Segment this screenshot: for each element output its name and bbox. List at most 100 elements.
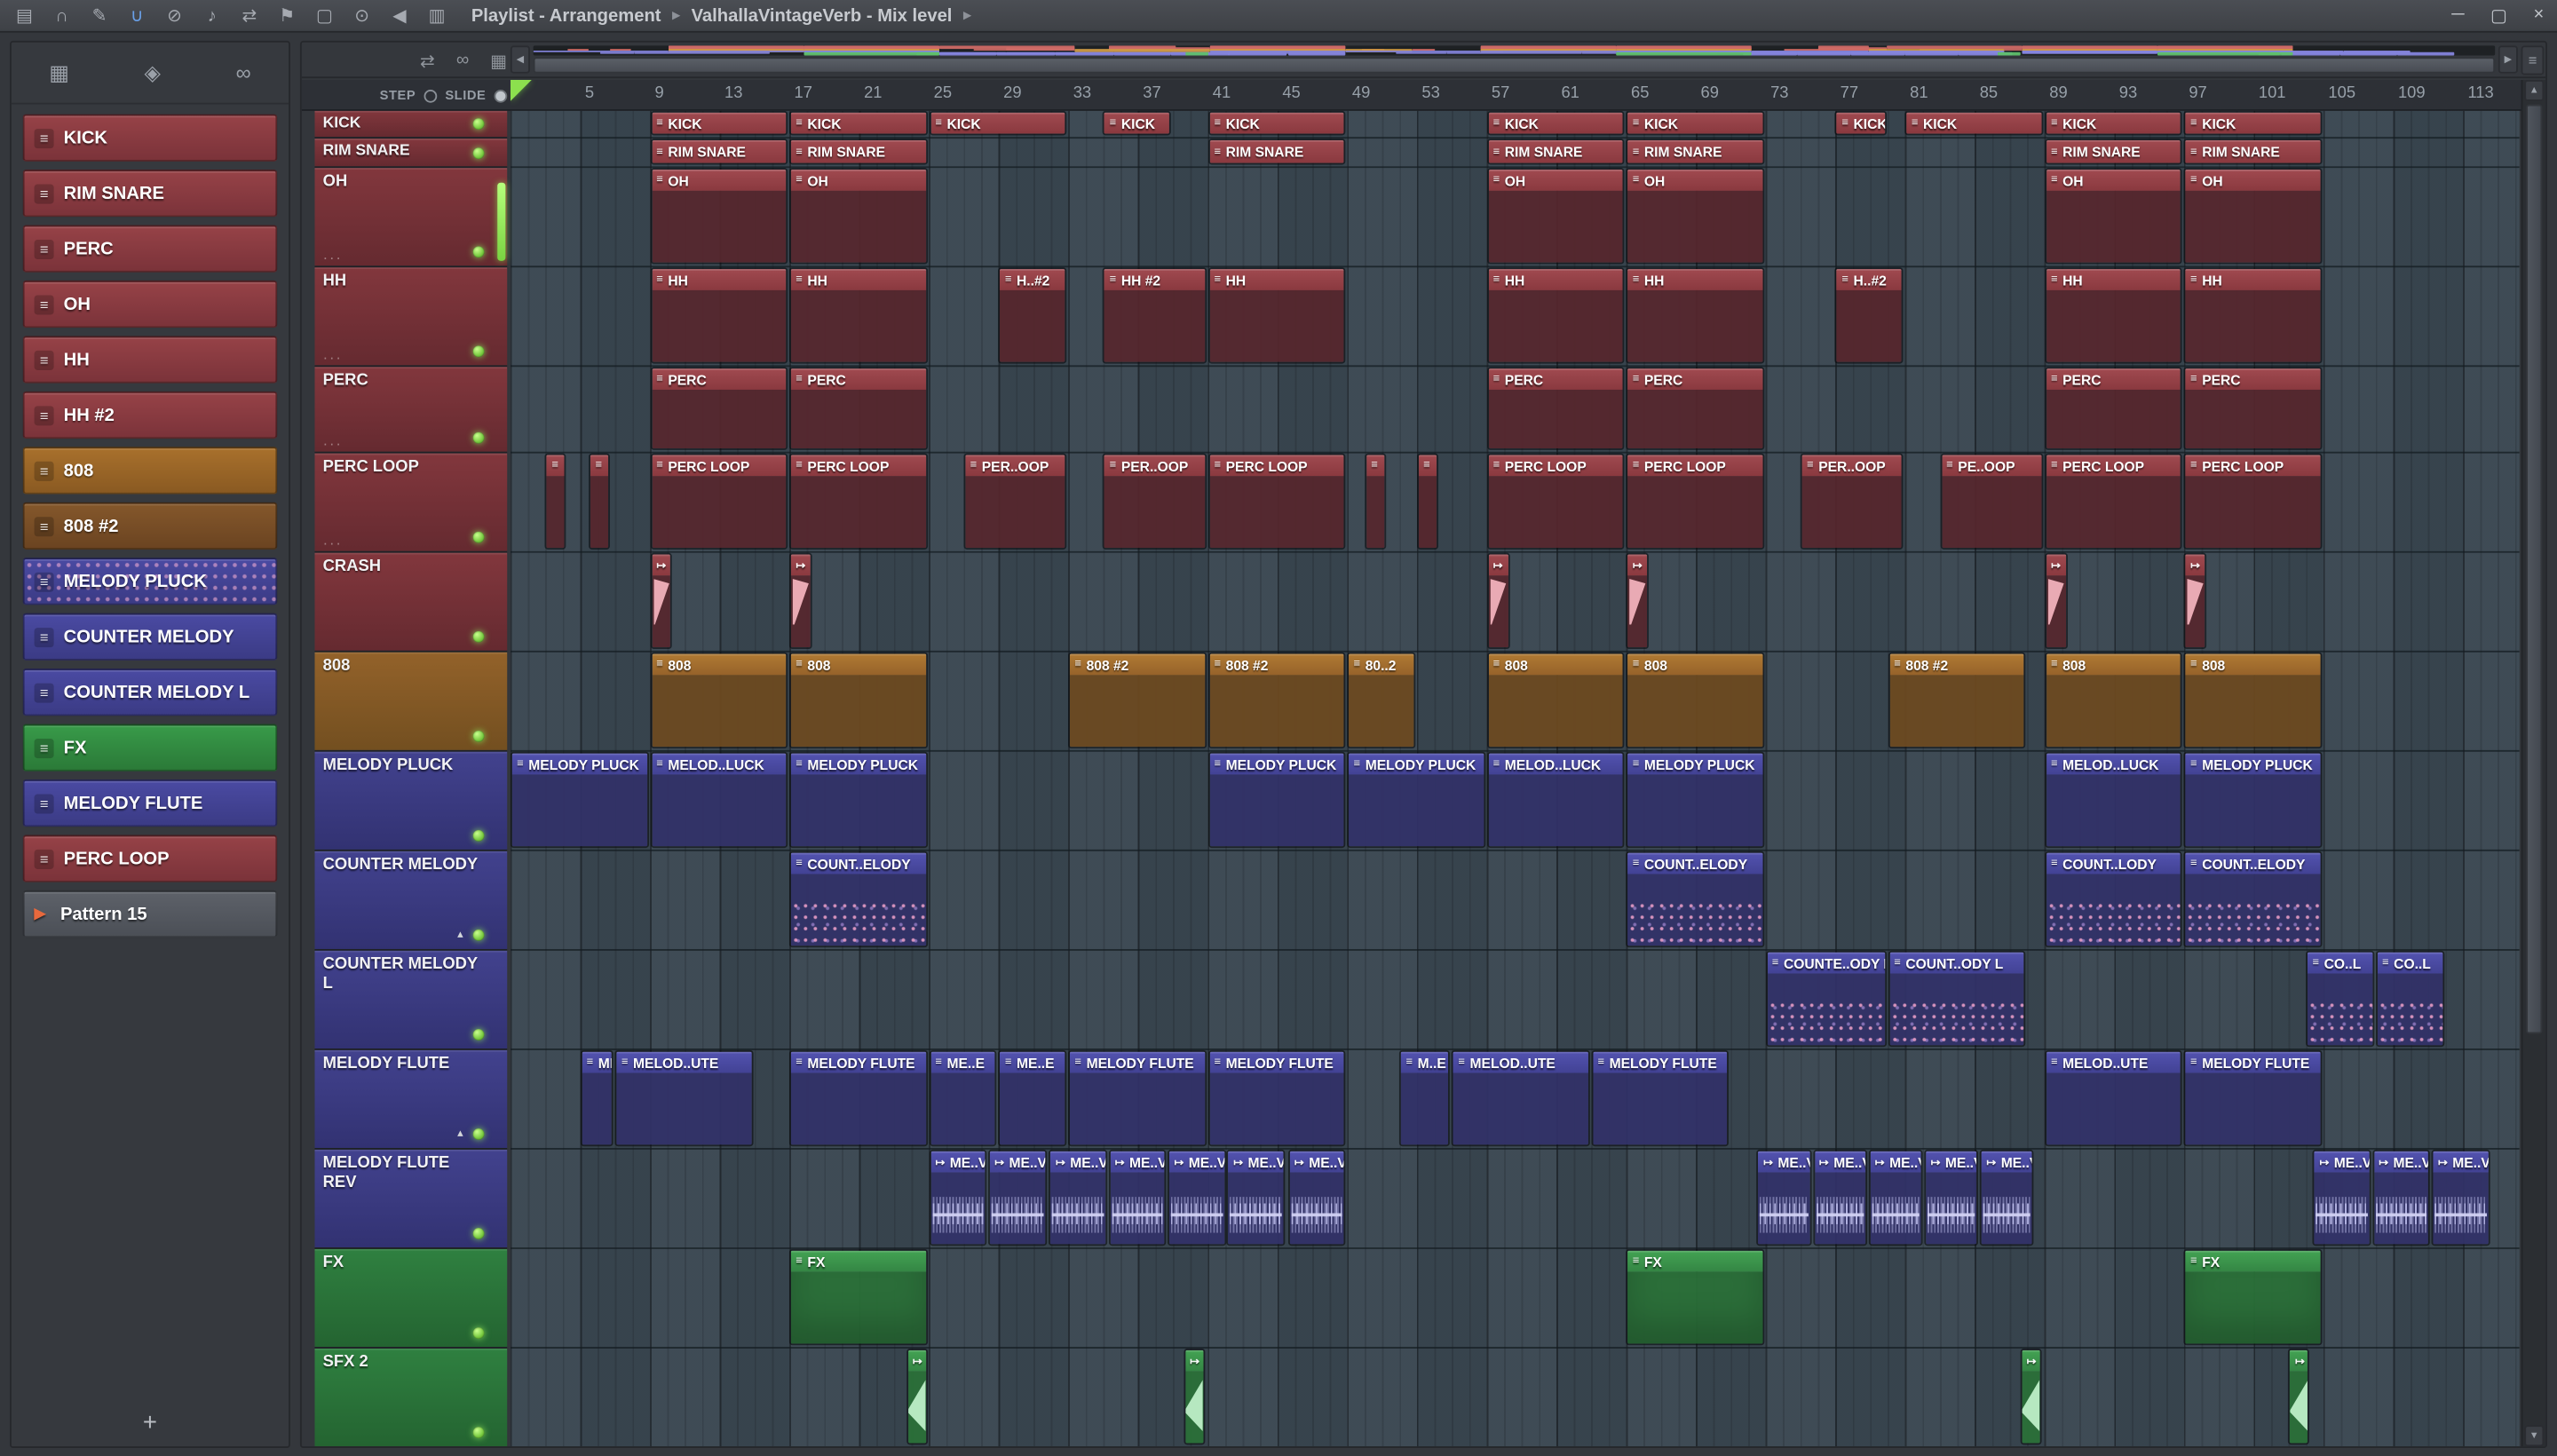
lane-808[interactable]: ≡ 808 ≡ 808 ≡ 808 #2 ≡ 808 #2 ≡ 80..2 ≡ 808 ≡ 808 ≡ 808…: [510, 652, 2520, 752]
track-mute-led[interactable]: [472, 246, 485, 258]
clip-oh[interactable]: ≡ OH: [2183, 168, 2323, 265]
clip-crash[interactable]: ↦: [1486, 552, 1510, 650]
clip-counte-ody-l[interactable]: ≡ COUNTE..ODY L: [1765, 950, 1887, 1048]
track-header-kick[interactable]: KICK: [314, 110, 508, 139]
clip-me-v[interactable]: ↦ ME..V: [987, 1149, 1047, 1246]
clip-perc-loop[interactable]: ≡ PERC LOOP: [2044, 453, 2182, 550]
pattern-item-808-2[interactable]: ≡ 808 #2: [22, 502, 278, 550]
track-mute-led[interactable]: [472, 630, 485, 643]
clip-808-2[interactable]: ≡ 808 #2: [1068, 652, 1207, 749]
pattern-item-perc-loop[interactable]: ≡ PERC LOOP: [22, 835, 278, 882]
headphones-icon[interactable]: ∩: [51, 5, 74, 25]
clip-count-lody[interactable]: ≡ COUNT..LODY: [2044, 851, 2182, 948]
clip-crash[interactable]: ↦: [789, 552, 812, 650]
clip-kick[interactable]: ≡ KICK: [1835, 110, 1887, 136]
clip-me-v[interactable]: ↦ ME..V: [1868, 1149, 1923, 1246]
clip-hh-2[interactable]: ≡ HH #2: [1103, 267, 1207, 364]
clip-rim-snare[interactable]: ≡ RIM SNARE: [2044, 138, 2182, 165]
grid-icon[interactable]: ▦: [490, 50, 507, 71]
clip-kick[interactable]: ≡ KICK: [1904, 110, 2043, 136]
clip-per-oop[interactable]: ≡ PER..OOP: [1800, 453, 1904, 550]
scroll-right-button[interactable]: ▶: [2498, 45, 2518, 74]
clip-808[interactable]: ≡ 808: [2044, 652, 2182, 749]
clip-crash[interactable]: ↦: [649, 552, 673, 650]
clip-melody-flute[interactable]: ≡ MELODY FLUTE: [2183, 1049, 2323, 1147]
collapse-arrow-icon[interactable]: ▴: [457, 930, 463, 941]
track-header-melody-pluck[interactable]: MELODY PLUCK: [314, 751, 508, 851]
clip-kick[interactable]: ≡ KICK: [789, 110, 928, 136]
lane-melody-flute[interactable]: ≡ME..E≡MELOD..UTE≡MELODY FLUTE≡ME..E≡ME.…: [510, 1049, 2520, 1150]
track-header-oh[interactable]: OH ···: [314, 168, 508, 268]
clip-kick[interactable]: ≡ KICK: [2044, 110, 2182, 136]
track-resize-grip[interactable]: ···: [323, 250, 343, 266]
clip-fx[interactable]: ≡ FX: [1626, 1248, 1764, 1346]
clip-me-v[interactable]: ↦ ME..V: [1287, 1149, 1346, 1246]
pattern-item-rim-snare[interactable]: ≡ RIM SNARE: [22, 170, 278, 218]
lane-counter-melody-l[interactable]: ≡ COUNTE..ODY L ≡ COUNT..ODY L ≡ CO..L ≡ CO..L: [510, 950, 2520, 1050]
track-header-808[interactable]: 808: [314, 652, 508, 752]
clip-hh[interactable]: ≡ HH: [1486, 267, 1625, 364]
track-mute-led[interactable]: [472, 1028, 485, 1041]
link-icon[interactable]: ∞: [456, 51, 469, 70]
clip-kick[interactable]: ≡ KICK: [929, 110, 1067, 136]
clip-crash[interactable]: ↦: [1626, 552, 1650, 650]
clip-perc-loop[interactable]: ≡: [1364, 453, 1386, 550]
track-mute-led[interactable]: [472, 118, 485, 131]
pattern-item-counter-melody-l[interactable]: ≡ COUNTER MELODY L: [22, 669, 278, 716]
clip-melody-flute[interactable]: ≡ MELODY FLUTE: [1068, 1049, 1207, 1147]
pattern-item-hh[interactable]: ≡ HH: [22, 336, 278, 384]
app-menu-icon[interactable]: ▤: [13, 5, 36, 27]
clip-count-elody[interactable]: ≡ COUNT..ELODY: [1626, 851, 1764, 948]
track-header-crash[interactable]: CRASH: [314, 552, 508, 653]
clip-m-e[interactable]: ≡ M..E: [1399, 1049, 1451, 1147]
clip-perc-loop[interactable]: ≡ PERC LOOP: [2183, 453, 2323, 550]
pattern-item-kick[interactable]: ≡ KICK: [22, 114, 278, 162]
clip-rim-snare[interactable]: ≡ RIM SNARE: [1207, 138, 1346, 165]
clip-melody-pluck[interactable]: ≡ MELODY PLUCK: [1626, 751, 1764, 849]
patterns-tab-icon[interactable]: ▦: [49, 59, 69, 85]
lane-melody-pluck[interactable]: ≡ MELODY PLUCK ≡ MELOD..LUCK ≡ MELODY PLUCK ≡ M…: [510, 751, 2520, 851]
track-header-melody-flute-rev[interactable]: MELODY FLUTE REV: [314, 1149, 508, 1249]
horizontal-scrollbar[interactable]: ◀ ▶: [510, 45, 2518, 75]
clip-co-l[interactable]: ≡ CO..L: [2375, 950, 2444, 1048]
clip-per-oop[interactable]: ≡ PER..OOP: [1103, 453, 1207, 550]
clip-melody-flute[interactable]: ≡ MELODY FLUTE: [789, 1049, 928, 1147]
pattern-item-808[interactable]: ≡ 808: [22, 447, 278, 495]
lane-fx[interactable]: ≡ FX ≡ FX ≡ FX: [510, 1248, 2520, 1349]
minimize-button[interactable]: ─: [2451, 5, 2464, 27]
vertical-scrollbar[interactable]: ▲ ▼: [2521, 79, 2546, 1447]
clip-hh[interactable]: ≡ HH: [1626, 267, 1764, 364]
track-mute-led[interactable]: [472, 730, 485, 742]
clip-count-ody-l[interactable]: ≡ COUNT..ODY L: [1888, 950, 2026, 1048]
maximize-button[interactable]: ▢: [2490, 5, 2507, 27]
clip-hh[interactable]: ≡ HH: [789, 267, 928, 364]
pattern-item-melody-flute[interactable]: ≡ MELODY FLUTE: [22, 779, 278, 827]
select-tool-icon[interactable]: ▢: [313, 5, 336, 27]
links-tab-icon[interactable]: ∞: [236, 60, 251, 85]
clip-perc[interactable]: ≡ PERC: [1486, 367, 1625, 450]
track-header-fx[interactable]: FX: [314, 1248, 508, 1349]
timeline-ruler[interactable]: 5 9 13 17 21 25 29 33 37 41 45 49 53 57 61 65 69 73 77 81 85…: [510, 79, 2520, 109]
playlist-window-icon[interactable]: ▥: [425, 5, 448, 27]
pattern-item-counter-melody[interactable]: ≡ COUNTER MELODY: [22, 613, 278, 661]
clip-me-e[interactable]: ≡ ME..E: [580, 1049, 614, 1147]
collapse-arrow-icon[interactable]: ▴: [457, 1128, 463, 1140]
clip-pe-oop[interactable]: ≡ PE..OOP: [1939, 453, 2043, 550]
clip-oh[interactable]: ≡ OH: [789, 168, 928, 265]
clip-kick[interactable]: ≡ KICK: [1486, 110, 1625, 136]
clip-melod-ute[interactable]: ≡ MELOD..UTE: [2044, 1049, 2182, 1147]
clip-melody-pluck[interactable]: ≡ MELODY PLUCK: [2183, 751, 2323, 849]
clip-melod-luck[interactable]: ≡ MELOD..LUCK: [649, 751, 788, 849]
clip-sfx-2[interactable]: ↦: [2020, 1348, 2041, 1445]
clip-h-2[interactable]: ≡ H..#2: [998, 267, 1067, 364]
clip-me-v[interactable]: ↦ ME..V: [2371, 1149, 2431, 1246]
clip-hh[interactable]: ≡ HH: [2183, 267, 2323, 364]
track-header-counter-melody-l[interactable]: COUNTER MELODY L: [314, 950, 508, 1050]
close-button[interactable]: ×: [2533, 5, 2544, 27]
track-header-hh[interactable]: HH ···: [314, 267, 508, 368]
clip-h-2[interactable]: ≡ H..#2: [1835, 267, 1904, 364]
clip-melod-luck[interactable]: ≡ MELOD..LUCK: [2044, 751, 2182, 849]
clip-me-v[interactable]: ↦ ME..V: [1168, 1149, 1226, 1246]
track-resize-grip[interactable]: ···: [323, 350, 343, 366]
clip-perc-loop[interactable]: ≡: [545, 453, 566, 550]
